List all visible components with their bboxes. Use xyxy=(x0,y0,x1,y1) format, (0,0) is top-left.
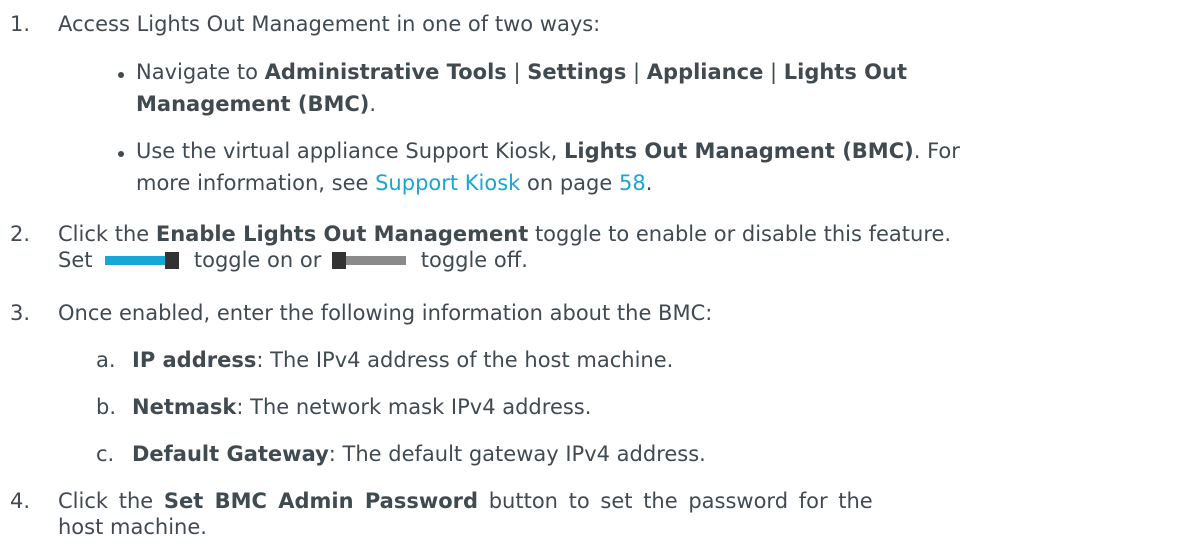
step-number: 3. xyxy=(10,301,31,325)
set-bmc-admin-password-label: Set BMC Admin Password xyxy=(163,489,479,513)
menu-path-settings: Settings xyxy=(527,60,627,84)
path-separator: | xyxy=(506,60,528,84)
field-description: : The IPv4 address of the host machine. xyxy=(256,348,674,372)
text-fragment: Set xyxy=(58,248,93,272)
step-text: Click the Set BMC Admin Password button … xyxy=(58,488,1164,540)
list-text: Netmask: The network mask IPv4 address. xyxy=(132,394,1132,420)
step-text: Access Lights Out Management in one of t… xyxy=(58,12,601,36)
step-number: 2. xyxy=(10,222,31,246)
step-number: 1. xyxy=(10,12,31,36)
toggle-off-icon xyxy=(332,252,410,269)
bullet-text: Navigate to Administrative Tools | Setti… xyxy=(136,59,1176,117)
field-label: Default Gateway xyxy=(132,442,329,466)
text-fragment: toggle off. xyxy=(420,248,528,272)
field-description: : The network mask IPv4 address. xyxy=(236,395,592,419)
list-letter: a. xyxy=(96,348,116,372)
field-description: : The default gateway IPv4 address. xyxy=(328,442,706,466)
bullet-text: Use the virtual appliance Support Kiosk,… xyxy=(136,138,1176,196)
list-letter: b. xyxy=(96,395,117,419)
menu-path-management-bmc: Management (BMC) xyxy=(136,92,370,116)
text-fragment: toggle to enable or disable this feature… xyxy=(528,222,952,246)
text-fragment: Navigate to xyxy=(136,60,265,84)
text-fragment: Click the xyxy=(58,489,164,513)
step-number: 4. xyxy=(10,489,31,513)
list-text: Default Gateway: The default gateway IPv… xyxy=(132,441,1132,467)
text-fragment: Click the xyxy=(58,222,156,246)
support-kiosk-link[interactable]: Support Kiosk xyxy=(375,171,520,195)
text-fragment: . xyxy=(369,92,377,116)
page-58-link[interactable]: 58 xyxy=(619,171,646,195)
menu-path-administrative-tools: Administrative Tools xyxy=(264,60,507,84)
menu-path-appliance: Appliance xyxy=(646,60,764,84)
list-text: IP address: The IPv4 address of the host… xyxy=(132,347,1132,373)
toggle-on-icon xyxy=(105,252,183,269)
text-fragment: host machine. xyxy=(58,515,207,539)
field-label: IP address xyxy=(132,348,257,372)
step-text: Once enabled, enter the following inform… xyxy=(58,301,713,325)
bullet-icon xyxy=(118,72,124,78)
list-letter: c. xyxy=(96,442,115,466)
text-fragment: . xyxy=(645,171,653,195)
enable-lights-out-label: Enable Lights Out Management xyxy=(155,222,529,246)
text-fragment: on page xyxy=(520,171,619,195)
path-separator: | xyxy=(626,60,647,84)
path-separator: | xyxy=(763,60,784,84)
step-text: Click the Enable Lights Out Management t… xyxy=(58,221,1168,273)
text-fragment: button to set the password for the xyxy=(478,489,873,513)
text-fragment: Use the virtual appliance Support Kiosk, xyxy=(136,139,564,163)
text-fragment: toggle on or xyxy=(193,248,322,272)
field-label: Netmask xyxy=(132,395,237,419)
kiosk-option-name: Lights Out Managment (BMC) xyxy=(563,139,914,163)
text-fragment: more information, see xyxy=(136,171,376,195)
text-fragment: . For xyxy=(913,139,960,163)
document: 1. Access Lights Out Management in one o… xyxy=(0,0,1183,555)
menu-path-lights-out: Lights Out xyxy=(783,60,908,84)
bullet-icon xyxy=(118,151,124,157)
